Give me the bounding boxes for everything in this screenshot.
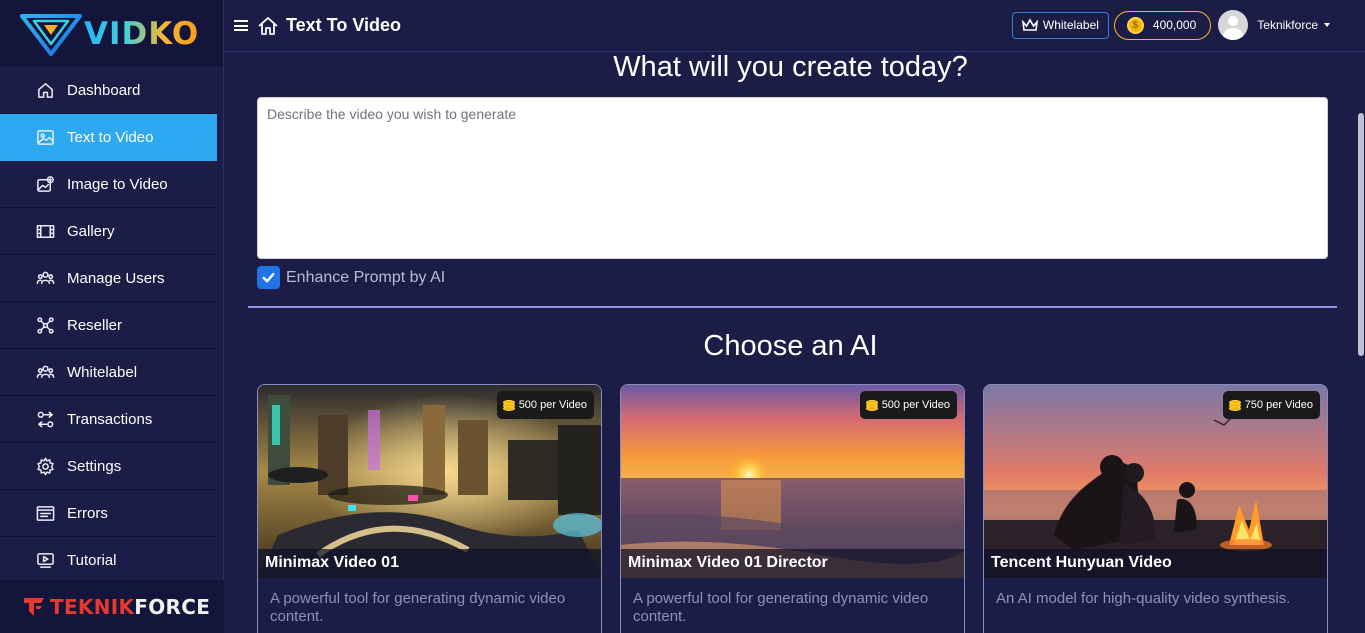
transactions-icon (35, 409, 55, 429)
model-card-tencent-hunyuan[interactable]: 750 per Video Tencent Hunyuan Video An A… (983, 384, 1328, 633)
price-badge: 500 per Video (859, 391, 957, 419)
chevron-down-icon (1324, 23, 1330, 27)
gear-icon (35, 456, 55, 476)
teknikforce-mark-icon (24, 597, 44, 616)
sidebar-item-whitelabel[interactable]: Whitelabel (0, 349, 217, 396)
whitelabel-button[interactable]: Whitelabel (1011, 11, 1109, 39)
logo[interactable]: VIDKO (0, 0, 223, 67)
sidebar-item-label: Gallery (67, 222, 115, 240)
credits-button[interactable]: $ 400,000 (1113, 10, 1212, 40)
film-icon (35, 221, 55, 241)
home-icon (35, 80, 55, 100)
menu-toggle-icon[interactable] (234, 18, 248, 34)
sidebar-item-transactions[interactable]: Transactions (0, 396, 217, 443)
tutorial-icon (35, 550, 55, 570)
sidebar-item-reseller[interactable]: Reseller (0, 302, 217, 349)
divider (248, 306, 1337, 308)
image-icon (35, 127, 55, 147)
image-edit-icon (35, 174, 55, 194)
sidebar-item-errors[interactable]: Errors (0, 490, 217, 537)
users-icon (35, 268, 55, 288)
enhance-label: Enhance Prompt by AI (286, 268, 446, 286)
coin-icon: $ (1126, 16, 1144, 34)
sidebar-item-manage-users[interactable]: Manage Users (0, 255, 217, 302)
coins-icon (1228, 399, 1242, 411)
sidebar: VIDKO Dashboard Text to Video Image to V… (0, 0, 224, 633)
user-name: Teknikforce (1257, 18, 1318, 32)
sidebar-item-dashboard[interactable]: Dashboard (0, 67, 217, 114)
checkmark-icon (262, 273, 275, 283)
sidebar-item-text-to-video[interactable]: Text to Video (0, 114, 217, 161)
user-menu[interactable]: Teknikforce (1218, 10, 1330, 40)
create-heading: What will you create today? (613, 53, 968, 83)
sidebar-item-label: Manage Users (67, 269, 165, 287)
price-badge: 750 per Video (1222, 391, 1320, 419)
model-description: An AI model for high-quality video synth… (996, 590, 1291, 607)
sidebar-item-tutorial[interactable]: Tutorial (0, 537, 217, 584)
page-title: Text To Video (286, 15, 402, 35)
enhance-checkbox[interactable] (257, 266, 280, 289)
model-title: Tencent Hunyuan Video (984, 549, 1327, 578)
enhance-prompt-toggle[interactable]: Enhance Prompt by AI (257, 266, 445, 289)
sidebar-item-label: Errors (67, 504, 108, 522)
top-actions: Whitelabel $ 400,000 Teknikforce (1011, 10, 1330, 40)
model-description: A powerful tool for generating dynamic v… (270, 590, 566, 625)
model-card-minimax-director[interactable]: 500 per Video Minimax Video 01 Director … (620, 384, 965, 633)
choose-ai-heading: Choose an AI (703, 330, 878, 362)
model-title: Minimax Video 01 (258, 549, 601, 578)
model-card-minimax[interactable]: 500 per Video Minimax Video 01 A powerfu… (257, 384, 602, 633)
vidko-logo-icon (20, 13, 82, 56)
sidebar-item-image-to-video[interactable]: Image to Video (0, 161, 217, 208)
credits-value: 400,000 (1152, 18, 1197, 32)
sidebar-item-label: Text to Video (67, 128, 154, 146)
coins-icon (865, 399, 879, 411)
sidebar-item-label: Tutorial (67, 551, 117, 569)
coins-icon (502, 399, 516, 411)
logo-text: VIDKO (84, 15, 200, 52)
scroll-thumb[interactable] (1358, 113, 1364, 356)
avatar (1218, 10, 1249, 40)
whitelabel-label: Whitelabel (1042, 18, 1099, 32)
model-title: Minimax Video 01 Director (621, 549, 964, 578)
page-scrollbar[interactable] (1357, 53, 1365, 633)
footer-brand-white: FORCE (134, 594, 211, 619)
errors-icon (35, 503, 55, 523)
main-content: What will you create today? Enhance Prom… (224, 53, 1357, 633)
network-icon (35, 315, 55, 335)
sidebar-item-label: Whitelabel (67, 363, 138, 381)
top-bar: Text To Video Whitelabel $ 400,000 Tekni… (224, 0, 1365, 52)
home-icon[interactable] (257, 15, 279, 37)
sidebar-item-label: Dashboard (67, 81, 141, 99)
users-icon (35, 362, 55, 382)
sidebar-item-label: Reseller (67, 316, 123, 334)
sidebar-nav: Dashboard Text to Video Image to Video G… (0, 67, 223, 584)
sidebar-item-settings[interactable]: Settings (0, 443, 217, 490)
teknikforce-logo: TEKNIKFORCE (0, 580, 224, 633)
price-badge: 500 per Video (496, 391, 594, 419)
sidebar-item-gallery[interactable]: Gallery (0, 208, 217, 255)
crown-icon (1021, 18, 1038, 31)
sidebar-item-label: Transactions (67, 410, 153, 428)
sidebar-item-label: Image to Video (67, 175, 168, 193)
sidebar-item-label: Settings (67, 457, 122, 475)
footer-brand-red: TEKNIK (50, 594, 135, 619)
video-prompt-input[interactable] (257, 97, 1328, 259)
model-description: A powerful tool for generating dynamic v… (633, 590, 929, 625)
